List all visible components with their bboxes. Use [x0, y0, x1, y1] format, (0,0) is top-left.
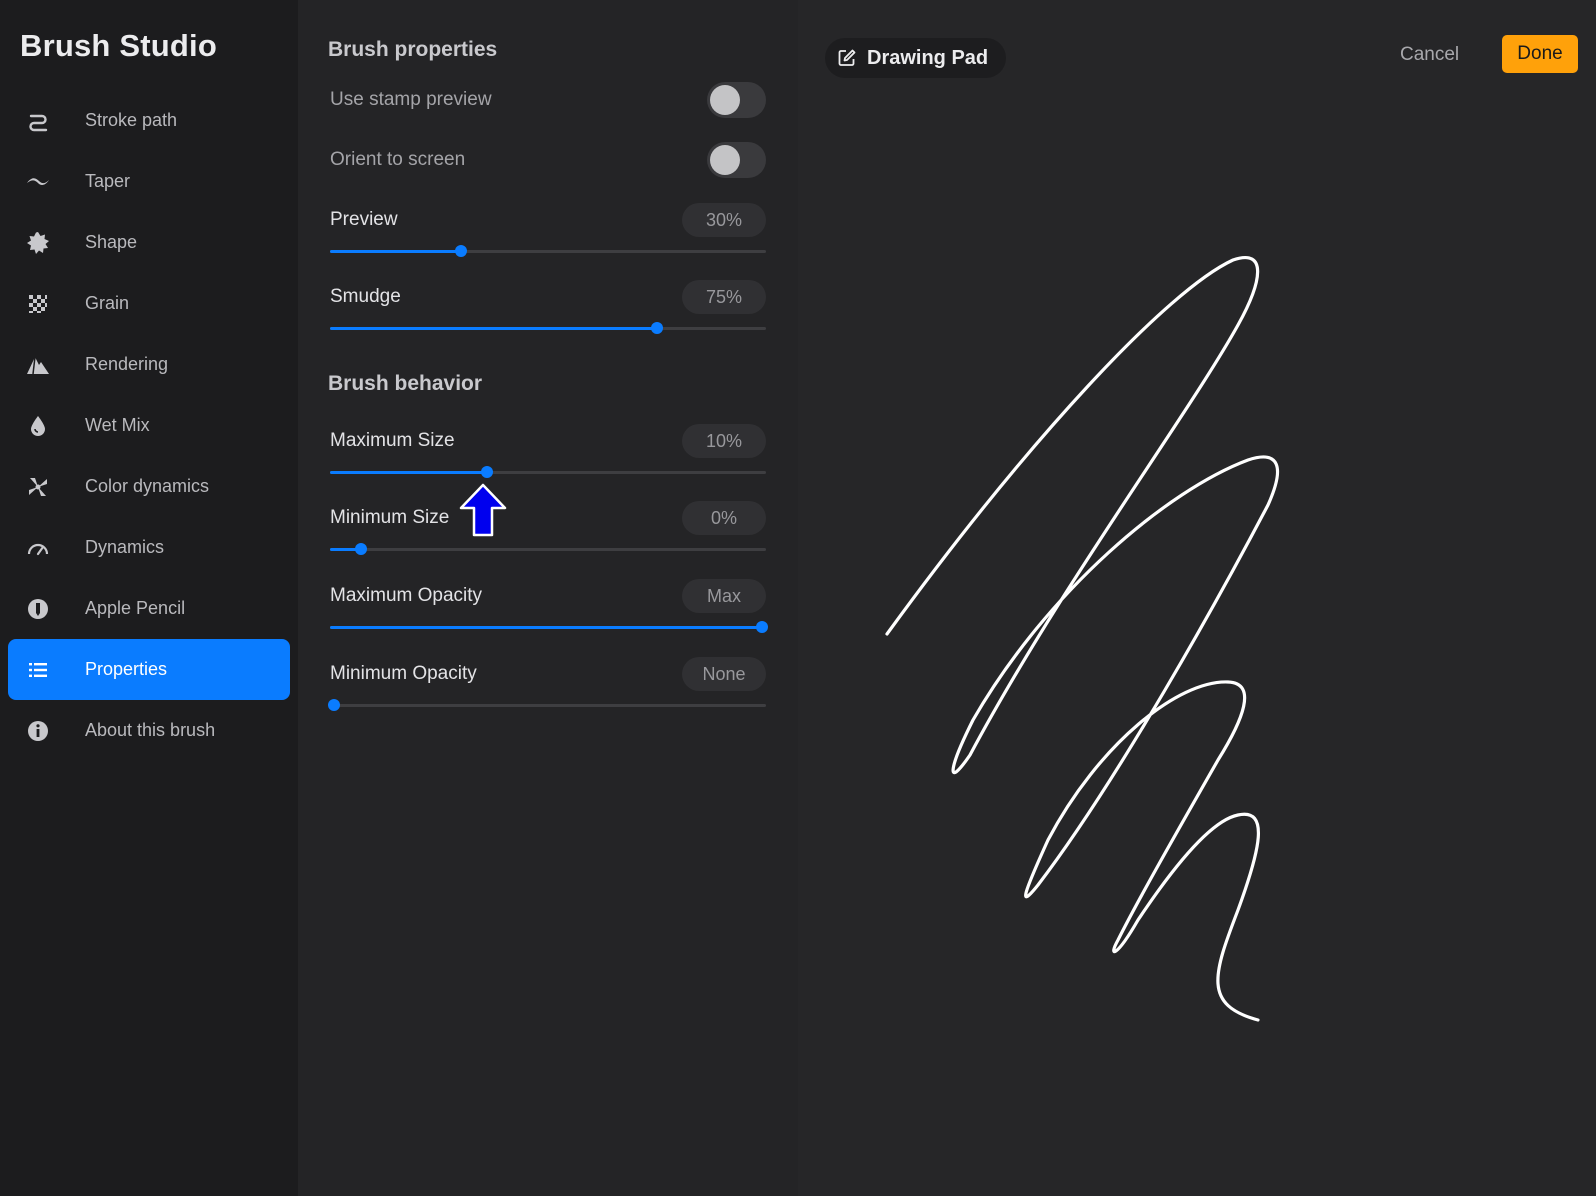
slider-fill	[330, 250, 461, 253]
sidebar-item-label: Taper	[85, 171, 131, 191]
sidebar-item-label: Color dynamics	[85, 476, 210, 496]
minimum-size-slider[interactable]	[330, 543, 766, 555]
slider-value[interactable]: 10%	[682, 424, 766, 458]
slider-label: Smudge	[330, 286, 401, 307]
sidebar-item-stroke-path[interactable]: Stroke path	[8, 90, 290, 151]
sidebar-item-apple-pencil[interactable]: Apple Pencil	[8, 578, 290, 639]
slider-value[interactable]: None	[682, 657, 766, 691]
drawing-pad[interactable]: Drawing Pad Cancel Done	[798, 0, 1596, 1196]
slider-label: Minimum Opacity	[330, 663, 477, 684]
toggle-row-use-stamp-preview: Use stamp preview	[330, 80, 766, 120]
sidebar-item-taper[interactable]: Taper	[8, 151, 290, 212]
slider-thumb[interactable]	[480, 466, 493, 478]
app-title: Brush Studio	[20, 28, 217, 63]
smudge-slider[interactable]	[330, 322, 766, 334]
info-icon	[26, 719, 50, 743]
rendering-icon	[26, 353, 50, 377]
sidebar-item-label: Apple Pencil	[85, 598, 186, 618]
sidebar-nav: Stroke path Taper Shape Grain Rendering …	[8, 90, 290, 761]
edit-icon	[837, 48, 857, 68]
properties-panel: Brush properties Use stamp preview Orien…	[298, 0, 798, 1196]
sidebar-item-rendering[interactable]: Rendering	[8, 334, 290, 395]
sidebar-item-shape[interactable]: Shape	[8, 212, 290, 273]
sidebar-item-label: Wet Mix	[85, 415, 150, 435]
sidebar-item-label: Shape	[85, 232, 138, 252]
toggle-row-orient-to-screen: Orient to screen	[330, 140, 766, 180]
drawing-pad-title: Drawing Pad	[867, 46, 989, 69]
slider-fill	[330, 471, 487, 474]
slider-label: Maximum Size	[330, 430, 455, 451]
slider-value[interactable]: 30%	[682, 203, 766, 237]
sidebar-item-wet-mix[interactable]: Wet Mix	[8, 395, 290, 456]
section-title-brush-behavior: Brush behavior	[328, 372, 483, 395]
wet-mix-icon	[26, 414, 50, 438]
toggle-knob	[710, 145, 740, 175]
section-title-brush-properties: Brush properties	[328, 38, 498, 61]
slider-row-minimum-size: Minimum Size 0%	[330, 501, 766, 557]
drawing-pad-chip[interactable]: Drawing Pad	[825, 38, 1007, 78]
slider-thumb[interactable]	[755, 621, 768, 633]
grain-icon	[26, 292, 50, 316]
dynamics-icon	[26, 536, 50, 560]
slider-row-minimum-opacity: Minimum Opacity None	[328, 657, 766, 713]
slider-fill	[330, 327, 657, 330]
brush-stroke-preview	[885, 256, 1279, 1022]
sidebar-item-label: Grain	[85, 293, 130, 313]
slider-value[interactable]: 0%	[682, 501, 766, 535]
minimum-opacity-slider[interactable]	[328, 699, 766, 711]
use-stamp-preview-toggle[interactable]	[707, 82, 766, 118]
slider-label: Maximum Opacity	[330, 585, 483, 606]
stroke-path-icon	[26, 109, 50, 133]
slider-row-maximum-size: Maximum Size 10%	[330, 424, 766, 480]
maximum-size-slider[interactable]	[330, 466, 766, 478]
orient-to-screen-toggle[interactable]	[707, 142, 766, 178]
brush-studio-app: Brush Studio Stroke path Taper Shape Gra…	[0, 0, 1596, 1196]
cancel-button[interactable]: Cancel	[1400, 38, 1459, 72]
toggle-label: Orient to screen	[330, 149, 466, 170]
slider-row-maximum-opacity: Maximum Opacity Max	[330, 579, 768, 635]
sidebar-item-properties[interactable]: Properties	[8, 639, 290, 700]
sidebar: Brush Studio Stroke path Taper Shape Gra…	[0, 0, 298, 1196]
slider-value[interactable]: 75%	[682, 280, 766, 314]
slider-thumb[interactable]	[328, 699, 341, 711]
shape-icon	[26, 231, 50, 255]
toggle-label: Use stamp preview	[330, 89, 492, 110]
toggle-knob	[710, 85, 740, 115]
slider-row-smudge: Smudge 75%	[330, 280, 766, 336]
pointer-arrow-icon	[459, 483, 507, 537]
sidebar-item-about-this-brush[interactable]: About this brush	[8, 700, 290, 761]
preview-slider[interactable]	[330, 245, 766, 257]
color-dynamics-icon	[26, 475, 50, 499]
slider-row-preview: Preview 30%	[330, 203, 766, 259]
sidebar-item-label: Rendering	[85, 354, 169, 374]
slider-fill	[330, 626, 762, 629]
slider-label: Preview	[330, 209, 398, 230]
sidebar-item-label: Dynamics	[85, 537, 165, 557]
sidebar-item-grain[interactable]: Grain	[8, 273, 290, 334]
sidebar-item-dynamics[interactable]: Dynamics	[8, 517, 290, 578]
sidebar-item-label: About this brush	[85, 720, 216, 740]
slider-thumb[interactable]	[651, 322, 663, 334]
slider-value[interactable]: Max	[682, 579, 766, 613]
apple-pencil-icon	[26, 597, 50, 621]
taper-icon	[26, 170, 50, 194]
sidebar-item-color-dynamics[interactable]: Color dynamics	[8, 456, 290, 517]
slider-thumb[interactable]	[454, 245, 467, 257]
slider-label: Minimum Size	[330, 507, 450, 528]
sidebar-item-label: Stroke path	[85, 110, 178, 130]
sidebar-item-label: Properties	[85, 659, 168, 679]
list-icon	[26, 658, 50, 682]
done-button[interactable]: Done	[1502, 35, 1578, 73]
slider-thumb[interactable]	[354, 543, 367, 555]
maximum-opacity-slider[interactable]	[330, 621, 768, 633]
